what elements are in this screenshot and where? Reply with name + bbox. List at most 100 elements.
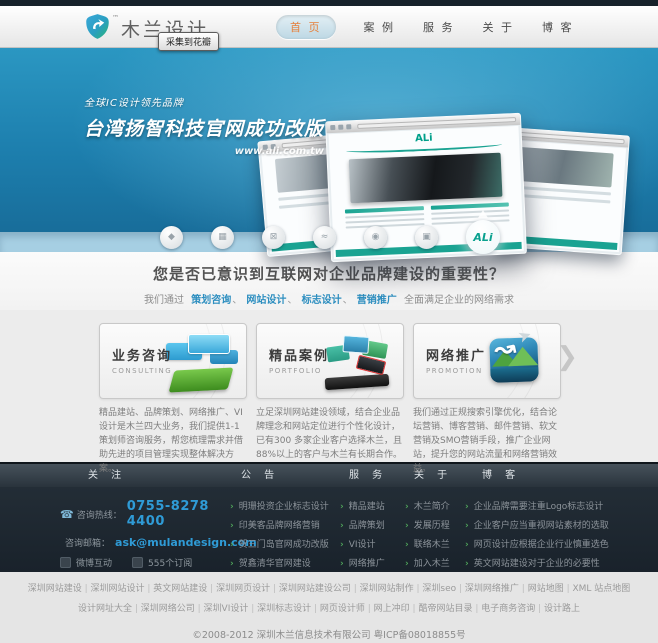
services-cards-section: 业务咨询 CONSULTING 精品建站、品牌策划、网络推广、VI设计是木兰四大… xyxy=(0,310,658,474)
link-logodesign[interactable]: 标志设计 xyxy=(302,295,342,306)
blog-link[interactable]: 网页设计应根据企业行业慎重选色 xyxy=(465,537,630,550)
card-portfolio[interactable]: 精品案例 PORTFOLIO 立足深圳网站建设领域，结合企业品牌理念和网站定位进… xyxy=(256,323,404,462)
client-logo-glyph: ≈ xyxy=(320,232,329,242)
client-logo-badge[interactable]: ◆ xyxy=(160,225,183,249)
client-logo-ali-active[interactable]: ALi xyxy=(466,210,500,254)
about-link[interactable]: 木兰简介 xyxy=(405,499,465,512)
link-webdesign[interactable]: 网站设计 xyxy=(246,295,286,306)
service-link[interactable]: 品牌策划 xyxy=(340,518,405,531)
seo-link[interactable]: XML 站点地图 xyxy=(572,584,630,594)
card-title: 业务咨询 xyxy=(112,349,173,364)
ali-hero-image xyxy=(348,152,503,204)
rss-icon xyxy=(132,557,144,568)
pin-to-huaban-button[interactable]: 采集到花瓣 xyxy=(158,32,220,51)
seo-link[interactable]: 深圳seo xyxy=(422,584,465,594)
client-logo-glyph: ▣ xyxy=(422,232,431,242)
client-logo-badge[interactable]: ⊠ xyxy=(262,225,285,249)
service-link[interactable]: 网络推广 xyxy=(340,556,405,569)
seo-link[interactable]: 设计路上 xyxy=(544,604,580,614)
service-link[interactable]: VI设计 xyxy=(340,537,405,550)
hotline-number: 0755-8278 4400 xyxy=(126,499,209,529)
card-consulting-visual: 业务咨询 CONSULTING xyxy=(99,323,247,399)
footer-notices-column: 明珊投资企业标志设计印美客品牌网络营销贺三门岛官网成功改版贺鑫清华官网建设 xyxy=(230,499,340,575)
logo-leaf-icon xyxy=(84,13,111,44)
blog-link[interactable]: 企业品牌需要注重Logo标志设计 xyxy=(465,499,630,512)
card-portfolio-visual: 精品案例 PORTFOLIO xyxy=(256,323,404,399)
notice-link[interactable]: 贺鑫清华官网建设 xyxy=(230,556,340,569)
link-marketing[interactable]: 营销推广 xyxy=(357,295,397,306)
portfolio-illustration-icon xyxy=(321,330,397,394)
client-logo-glyph: ⊠ xyxy=(269,232,278,242)
seo-link[interactable]: 深圳VI设计 xyxy=(204,604,258,614)
card-consulting[interactable]: 业务咨询 CONSULTING 精品建站、品牌策划、网络推广、VI设计是木兰四大… xyxy=(99,323,247,474)
ali-badge-label: ALi xyxy=(473,230,493,244)
footer-about-column: 木兰简介发展历程联络木兰加入木兰 xyxy=(405,499,465,575)
card-subtitle: CONSULTING xyxy=(112,367,173,375)
nav-item-home[interactable]: 首 页 xyxy=(276,15,336,39)
nav-item-blog[interactable]: 博 客 xyxy=(542,19,574,35)
seo-link[interactable]: 设计网址大全 xyxy=(78,604,141,614)
nav-item-services[interactable]: 服 务 xyxy=(423,19,455,35)
notice-link[interactable]: 明珊投资企业标志设计 xyxy=(230,499,340,512)
about-link[interactable]: 加入木兰 xyxy=(405,556,465,569)
seo-link[interactable]: 深圳网络推广 xyxy=(465,584,528,594)
card-title: 网络推广 xyxy=(426,349,487,364)
logo-tm-mark: ™ xyxy=(112,14,119,22)
weibo-link[interactable]: 微博互动 xyxy=(60,556,112,569)
service-link[interactable]: 精品建站 xyxy=(340,499,405,512)
footer-blog-column: 企业品牌需要注重Logo标志设计企业客户应当重视网站素材的选取网页设计应根据企业… xyxy=(465,499,630,575)
about-link[interactable]: 发展历程 xyxy=(405,518,465,531)
carousel-next-icon[interactable]: ❯ xyxy=(556,342,578,372)
seo-link[interactable]: 酷帝网站目录 xyxy=(418,604,481,614)
intro-suffix: 全面满足企业的网络需求 xyxy=(403,295,514,306)
seo-link[interactable]: 深圳标志设计 xyxy=(257,604,320,614)
seo-link[interactable]: 深圳网络公司 xyxy=(141,604,204,614)
client-logo-glyph: ◉ xyxy=(371,232,380,242)
card-subtitle: PORTFOLIO xyxy=(269,367,322,375)
card-description: 我们通过正规搜索引擎优化，结合论坛营销、博客营销、邮件营销、软文营销及SMO营销… xyxy=(413,408,558,474)
seo-link[interactable]: 英文网站建设 xyxy=(153,584,216,594)
phone-icon: ☎ xyxy=(60,507,74,521)
hero-banner: 全球IC设计领先品牌 台湾扬智科技官网成功改版 www.ali.com.tw A… xyxy=(0,48,658,283)
seo-link[interactable]: 深圳网站建设 xyxy=(28,584,91,594)
client-logo-badge[interactable]: ▦ xyxy=(211,225,234,249)
blog-link[interactable]: 企业客户应当重视网站素材的选取 xyxy=(465,518,630,531)
card-promotion-visual: 网络推广 PROMOTION ➤ ↝ xyxy=(413,323,561,399)
client-logo-badge[interactable]: ▣ xyxy=(415,225,438,249)
link-planning[interactable]: 策划咨询 xyxy=(191,295,231,306)
rss-link[interactable]: 555个订阅 xyxy=(132,556,192,569)
seo-link[interactable]: 网上冲印 xyxy=(374,604,419,614)
main-nav: 首 页 案 例 服 务 关 于 博 客 xyxy=(262,6,588,48)
footer-body: ☎ 咨询热线： 0755-8278 4400 咨询邮箱： ask@mulande… xyxy=(0,487,658,572)
nav-item-about[interactable]: 关 于 xyxy=(483,19,515,35)
banner-tagline: 全球IC设计领先品牌 xyxy=(84,98,184,109)
seo-link[interactable]: 深圳网站建设公司 xyxy=(279,584,360,594)
banner-url: www.ali.com.tw xyxy=(234,146,325,157)
seo-links-row-2: 设计网址大全深圳网络公司深圳VI设计深圳标志设计网页设计师网上冲印酷帝网站目录电… xyxy=(0,601,658,614)
copyright-notice: ©2008-2012 深圳木兰信息技术有限公司 粤ICP备08018855号 xyxy=(192,630,466,641)
seo-link[interactable]: 深圳网站制作 xyxy=(360,584,423,594)
card-promotion[interactable]: 网络推广 PROMOTION ➤ ↝ 我们通过正规搜索引擎优化，结合论坛营销、博客… xyxy=(413,323,561,474)
weibo-icon xyxy=(60,557,71,568)
blog-link[interactable]: 英文网站建设对于企业的必要性 xyxy=(465,556,630,569)
banner-title: 台湾扬智科技官网成功改版 xyxy=(84,118,325,140)
banner-copy: 全球IC设计领先品牌 台湾扬智科技官网成功改版 www.ali.com.tw xyxy=(84,94,324,157)
nav-item-cases[interactable]: 案 例 xyxy=(364,19,396,35)
card-description: 立足深圳网站建设领域，结合企业品牌理念和网站定位进行个性化设计，已有300 多家… xyxy=(256,408,403,460)
client-logo-badge[interactable]: ≈ xyxy=(313,225,336,249)
showcase-reflection xyxy=(318,259,532,283)
footer-services-column: 精品建站品牌策划 VI设计网络推广 xyxy=(340,499,405,575)
consulting-illustration-icon xyxy=(164,330,240,394)
client-logo-badge[interactable]: ◉ xyxy=(364,225,387,249)
seo-link[interactable]: 网页设计师 xyxy=(320,604,374,614)
promotion-illustration-icon: ➤ ↝ xyxy=(478,324,554,394)
bottom-links-section: 深圳网站建设深圳网站设计英文网站建设深圳网页设计深圳网站建设公司深圳网站制作深圳… xyxy=(0,572,658,643)
seo-link[interactable]: 网站地图 xyxy=(528,584,573,594)
seo-link[interactable]: 电子商务咨询 xyxy=(481,604,544,614)
about-link[interactable]: 联络木兰 xyxy=(405,537,465,550)
seo-link[interactable]: 深圳网页设计 xyxy=(216,584,279,594)
notice-link[interactable]: 贺三门岛官网成功改版 xyxy=(230,537,340,550)
seo-link[interactable]: 深圳网站设计 xyxy=(91,584,154,594)
footer-title-services: 服 务 xyxy=(349,470,388,481)
notice-link[interactable]: 印美客品牌网络营销 xyxy=(230,518,340,531)
